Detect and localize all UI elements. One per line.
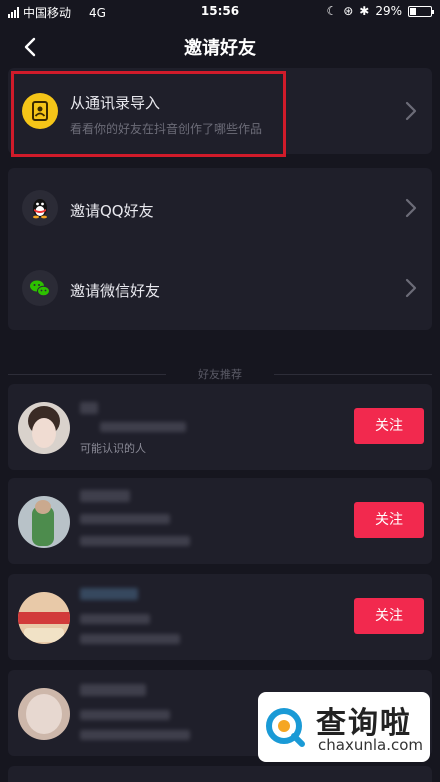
battery-percent: 29% [375,4,402,18]
follow-button[interactable]: 关注 [354,408,424,444]
blurred-text [80,536,190,546]
chevron-right-icon [405,278,417,298]
blurred-text [80,730,190,740]
site-watermark: 查询啦 chaxunla.com [258,692,430,762]
status-bar: 中国移动 4G 15:56 ☾ ⊛ ✱ 29% [0,0,440,24]
blurred-username [80,588,138,600]
invite-wechat-row[interactable]: 邀请微信好友 [8,248,432,330]
invite-qq-label: 邀请QQ好友 [70,202,154,220]
blurred-username [80,684,146,696]
wechat-icon [22,270,58,306]
follow-button[interactable]: 关注 [354,502,424,538]
invite-options-card: 邀请QQ好友 邀请微信好友 [8,168,432,330]
recommendation-reason: 可能认识的人 [80,442,146,455]
battery-icon [408,5,434,17]
recommendations-divider: 好友推荐 [0,366,440,382]
recommendation-card[interactable]: 关注 [8,478,432,564]
lock-rotation-icon: ⊛ [343,4,354,18]
bluetooth-icon: ✱ [359,4,370,18]
blurred-text [80,710,170,720]
recommendation-card[interactable]: 可能认识的人 关注 [8,384,432,470]
chevron-right-icon [405,198,417,218]
blurred-text [80,614,150,624]
highlight-annotation-box [11,71,286,157]
page-title: 邀请好友 [184,38,256,59]
blurred-text [80,634,180,644]
qq-penguin-icon [22,190,58,226]
recommendation-card[interactable]: 关注 [8,574,432,660]
avatar[interactable] [18,402,70,454]
blurred-username [80,402,98,414]
moon-icon: ☾ [326,4,338,18]
follow-button[interactable]: 关注 [354,598,424,634]
nav-bar: 邀请好友 [0,24,440,68]
chevron-right-icon [405,101,417,121]
next-recommendation-card [8,766,432,782]
blurred-username [80,490,130,502]
invite-qq-row[interactable]: 邀请QQ好友 [8,168,432,248]
avatar[interactable] [18,496,70,548]
invite-wechat-label: 邀请微信好友 [70,282,161,300]
avatar[interactable] [18,688,70,740]
blurred-text [80,514,170,524]
magnifier-logo-icon [266,708,305,747]
watermark-url: chaxunla.com [318,736,423,754]
blurred-text [100,422,186,432]
avatar[interactable] [18,592,70,644]
